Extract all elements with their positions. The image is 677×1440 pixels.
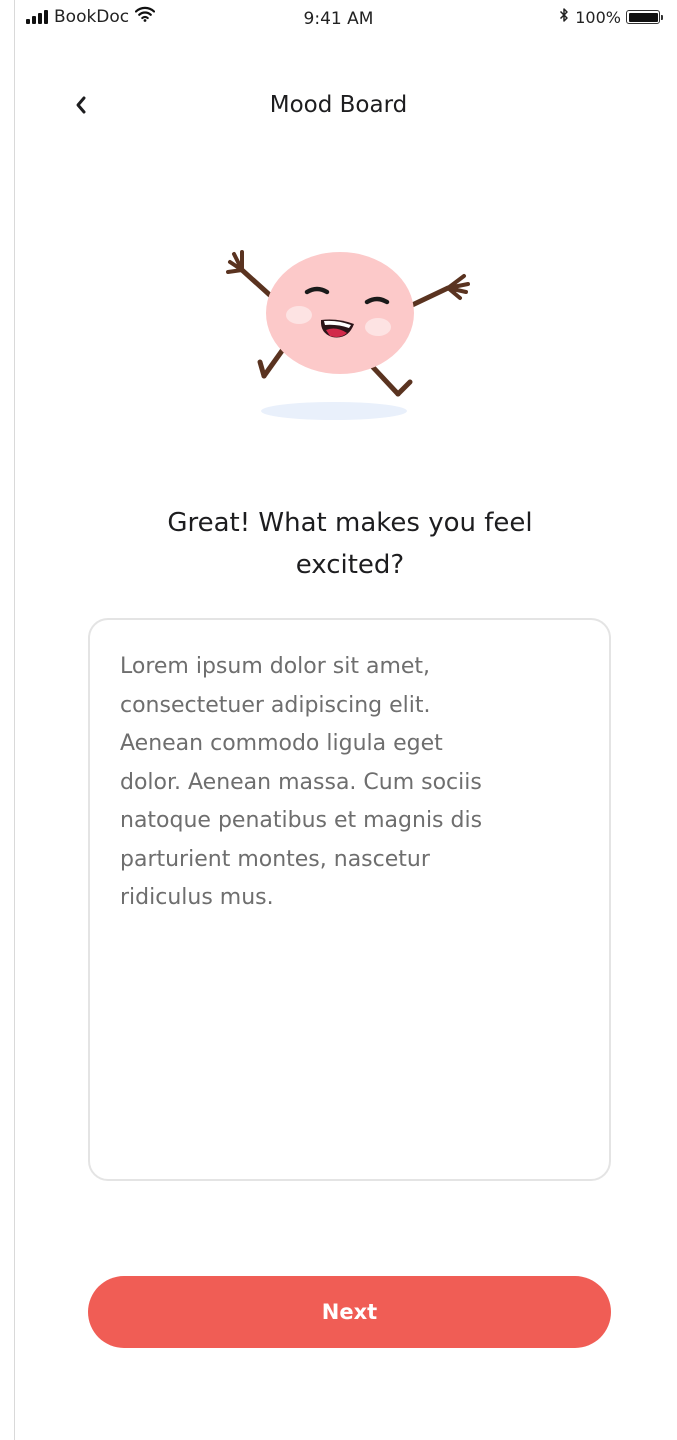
battery-percentage: 100%: [575, 7, 621, 27]
answer-textarea[interactable]: Lorem ipsum dolor sit amet, consectetuer…: [88, 618, 611, 1181]
answer-text: Lorem ipsum dolor sit amet, consectetuer…: [120, 654, 483, 910]
battery-icon: [626, 10, 663, 24]
question-heading: Great! What makes you feel excited?: [100, 502, 600, 586]
bluetooth-icon: [559, 7, 569, 27]
question-line-2: excited?: [295, 550, 405, 580]
next-button[interactable]: Next: [88, 1276, 611, 1348]
question-line-1: Great! What makes you feel: [167, 508, 533, 538]
status-right: 100%: [559, 7, 663, 27]
left-edge-divider: [14, 0, 15, 1440]
page-title: Mood Board: [269, 92, 408, 118]
status-bar: BookDoc 9:41 AM 100%: [0, 0, 677, 40]
excited-mascot-icon: [220, 240, 480, 430]
